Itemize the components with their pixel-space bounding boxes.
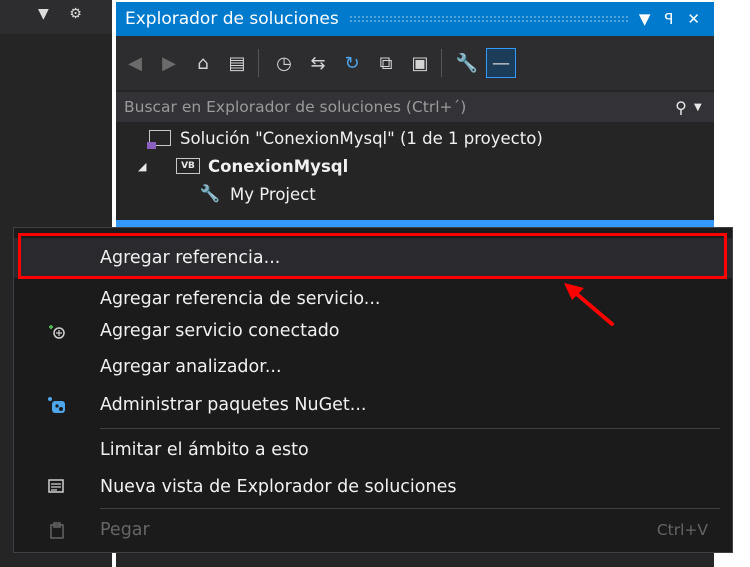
menu-item-add-analyzer[interactable]: Agregar analizador... xyxy=(14,347,732,387)
shortcut-label: Ctrl+V xyxy=(656,521,708,539)
annotation-arrow-icon xyxy=(564,283,614,326)
tree-item-project[interactable]: ◢ VB ConexionMysql xyxy=(138,152,348,180)
switch-views-icon[interactable]: ▤ xyxy=(222,48,252,78)
tree-item-my-project[interactable]: 🔧 My Project xyxy=(196,180,316,208)
search-icon[interactable]: ⚲ xyxy=(668,98,694,117)
menu-item-new-solution-explorer-view[interactable]: Nueva vista de Explorador de soluciones xyxy=(14,467,732,507)
wrench-icon: 🔧 xyxy=(199,184,221,203)
menu-item-add-connected-service[interactable]: Agregar servicio conectado xyxy=(14,311,732,351)
panel-title: Explorador de soluciones xyxy=(125,9,339,29)
new-view-icon xyxy=(14,478,100,496)
search-input[interactable] xyxy=(116,92,668,122)
nuget-icon xyxy=(14,396,100,414)
toolbar-separator xyxy=(258,49,259,77)
collapse-all-icon[interactable]: ⧉ xyxy=(371,48,401,78)
connected-service-icon xyxy=(14,322,100,340)
tree-item-solution[interactable]: Solución "ConexionMysql" (1 de 1 proyect… xyxy=(146,124,543,152)
forward-icon[interactable]: ▶ xyxy=(154,48,184,78)
left-dock-header: ▼ ⚙ xyxy=(0,0,112,34)
highlight-annotation-box xyxy=(18,233,727,279)
auto-hide-pin-icon[interactable]: ꟼ xyxy=(664,10,673,28)
search-options-dropdown-icon[interactable]: ▼ xyxy=(694,102,714,113)
home-icon[interactable]: ⌂ xyxy=(188,48,218,78)
tree-item-label: ConexionMysql xyxy=(208,156,349,176)
tree-item-label: Solución "ConexionMysql" (1 de 1 proyect… xyxy=(180,128,543,148)
pending-changes-filter-icon[interactable]: ◷ xyxy=(269,48,299,78)
vb-project-icon: VB xyxy=(174,158,202,174)
panel-title-bar: Explorador de soluciones ▼ ꟼ ✕ xyxy=(116,2,714,36)
menu-item-paste[interactable]: Pegar Ctrl+V xyxy=(14,510,732,550)
show-all-files-icon[interactable]: ▣ xyxy=(405,48,435,78)
title-grip[interactable] xyxy=(348,15,629,23)
properties-icon[interactable]: 🔧 xyxy=(452,48,482,78)
preview-icon[interactable]: — xyxy=(486,48,516,78)
panel-toolbar: ◀ ▶ ⌂ ▤ ◷ ⇆ ↻ ⧉ ▣ 🔧 — xyxy=(116,36,714,90)
solution-tree: Solución "ConexionMysql" (1 de 1 proyect… xyxy=(116,124,714,236)
toolbar-separator xyxy=(441,49,442,77)
sync-icon[interactable]: ⇆ xyxy=(303,48,333,78)
menu-item-manage-nuget[interactable]: Administrar paquetes NuGet... xyxy=(14,385,732,425)
solution-icon xyxy=(146,130,174,149)
refresh-icon[interactable]: ↻ xyxy=(337,48,367,78)
expanded-arrow-icon[interactable]: ◢ xyxy=(138,160,156,173)
menu-separator xyxy=(100,508,720,509)
menu-separator xyxy=(100,428,720,429)
close-icon[interactable]: ✕ xyxy=(687,10,700,28)
tree-item-label: My Project xyxy=(230,184,316,204)
search-bar: ⚲ ▼ xyxy=(116,92,714,122)
back-icon[interactable]: ◀ xyxy=(120,48,150,78)
window-position-dropdown-icon[interactable]: ▼ xyxy=(639,10,651,28)
menu-item-scope-to-this[interactable]: Limitar el ámbito a esto xyxy=(14,430,732,470)
paste-icon xyxy=(14,521,100,539)
dropdown-arrow-icon[interactable]: ▼ xyxy=(38,6,49,22)
settings-gear-icon[interactable]: ⚙ xyxy=(69,6,82,22)
